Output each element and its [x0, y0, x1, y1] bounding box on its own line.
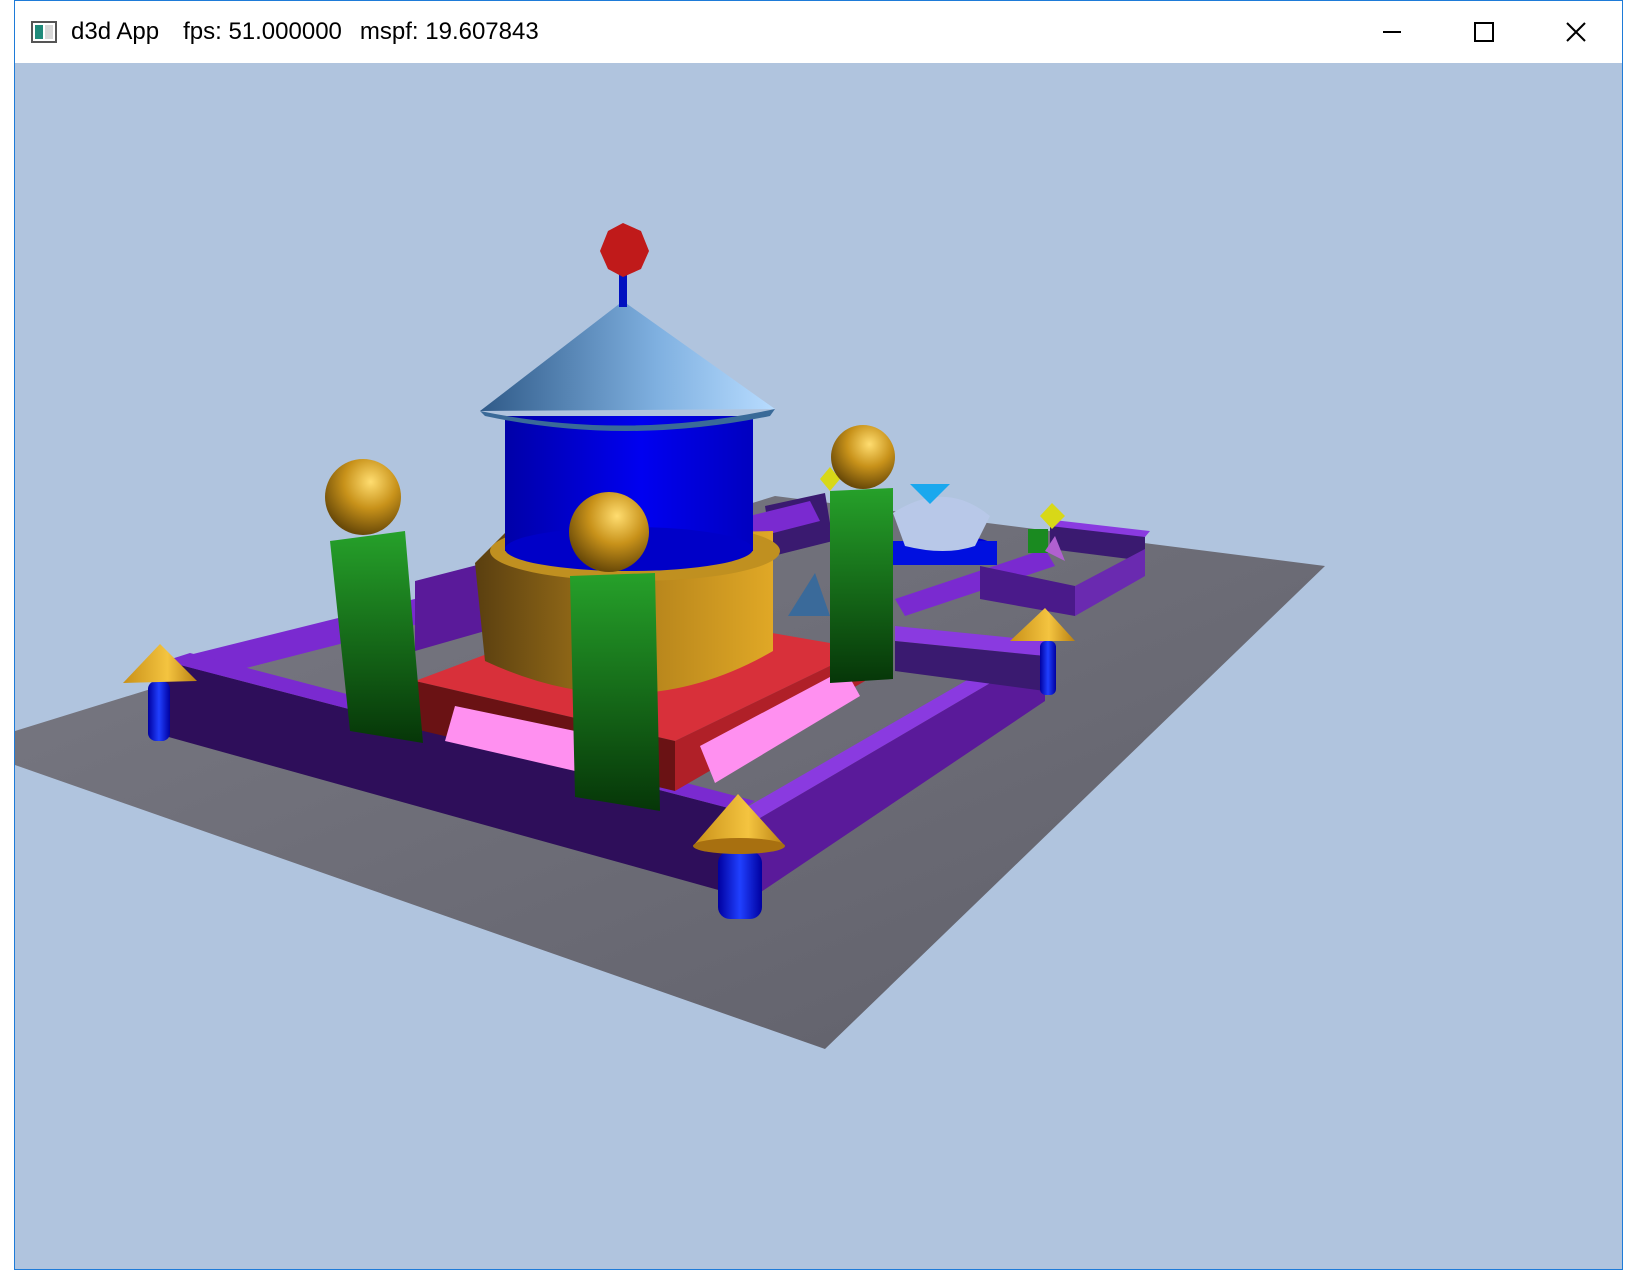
- pillar-right: [830, 425, 895, 683]
- maximize-icon: [1474, 22, 1494, 42]
- mspf-readout: mspf: 19.607843: [359, 18, 539, 45]
- window-title: d3d App: [71, 18, 160, 45]
- app-icon[interactable]: [31, 21, 57, 43]
- minimize-button[interactable]: [1346, 1, 1438, 63]
- minimize-icon: [1383, 31, 1401, 33]
- render-viewport[interactable]: [15, 63, 1622, 1269]
- fountain: [893, 484, 997, 565]
- fps-readout: fps: 51.000000: [183, 18, 342, 45]
- window-controls: [1346, 1, 1622, 63]
- maximize-button[interactable]: [1438, 1, 1530, 63]
- scene-canvas: [15, 223, 1325, 1049]
- app-window: d3d App fps: 51.000000 mspf: 19.607843: [14, 0, 1623, 1270]
- pillar-front: [569, 492, 660, 811]
- title-bar[interactable]: d3d App fps: 51.000000 mspf: 19.607843: [15, 1, 1622, 63]
- close-icon: [1566, 22, 1586, 42]
- close-button[interactable]: [1530, 1, 1622, 63]
